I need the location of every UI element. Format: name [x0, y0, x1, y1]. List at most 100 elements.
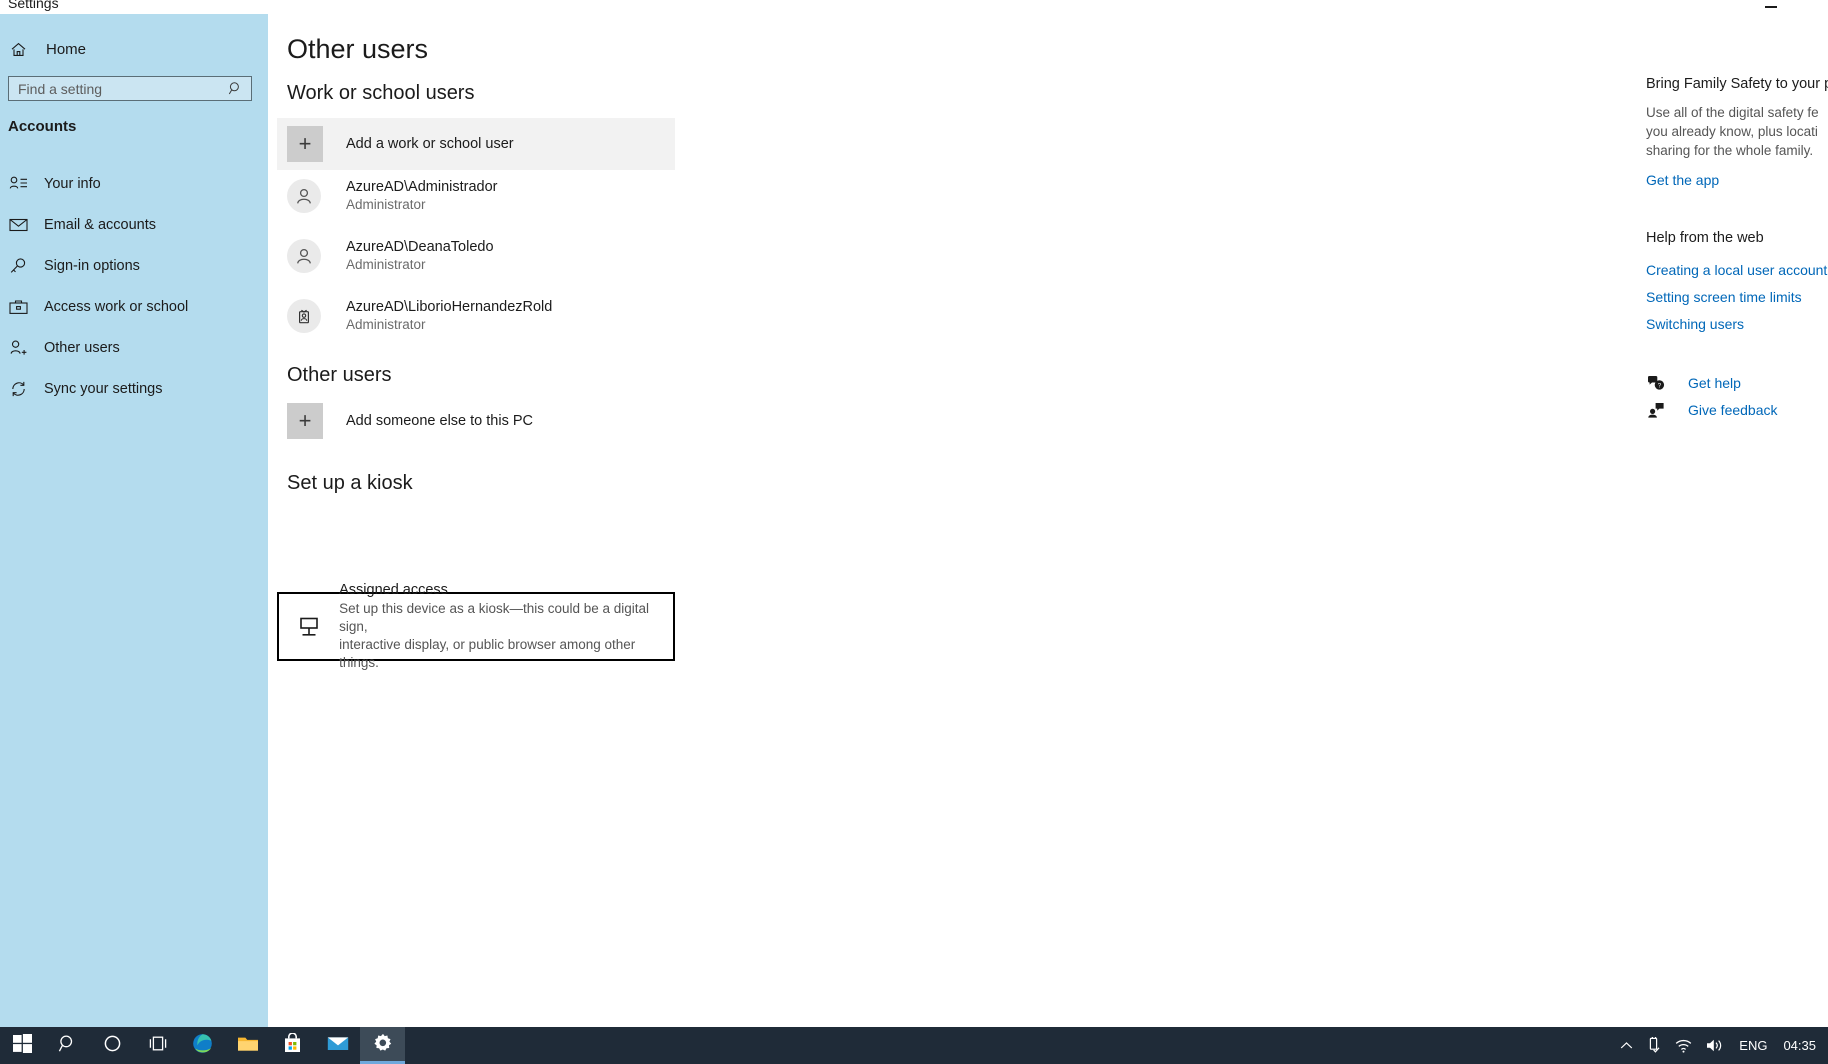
help-link-switching-users[interactable]: Switching users [1646, 316, 1828, 332]
user-info-icon [6, 175, 30, 192]
microsoft-store-button[interactable] [270, 1027, 315, 1064]
get-help-label: Get help [1688, 375, 1741, 392]
usb-eject-button[interactable] [1640, 1027, 1668, 1064]
give-feedback-button[interactable]: Give feedback [1646, 402, 1828, 418]
assigned-access-description-line1: Set up this device as a kiosk—this could… [339, 601, 650, 634]
plus-icon: + [287, 126, 323, 162]
assigned-access-card[interactable]: Assigned access Set up this device as a … [277, 582, 675, 670]
settings-button[interactable] [360, 1027, 405, 1064]
task-view-button[interactable] [135, 1027, 180, 1064]
sidebar-item-access-work-school[interactable]: Access work or school [0, 286, 268, 327]
mail-envelope-icon [327, 1035, 349, 1057]
get-help-button[interactable]: ? Get help [1646, 375, 1828, 391]
sidebar-item-sync-your-settings[interactable]: Sync your settings [0, 368, 268, 409]
folder-icon [237, 1034, 259, 1058]
user-info: AzureAD\Administrador Administrator [346, 178, 498, 214]
plus-icon: + [287, 403, 323, 439]
badge-avatar-icon [287, 299, 321, 334]
search-icon[interactable] [228, 81, 243, 96]
other-users-heading: Other users [287, 364, 392, 386]
question-bubble-icon: ? [1646, 375, 1666, 391]
get-the-app-link[interactable]: Get the app [1646, 172, 1828, 188]
help-link-setting-screen-time-limits[interactable]: Setting screen time limits [1646, 289, 1828, 305]
family-safety-body-line3: sharing for the whole family. [1646, 143, 1814, 159]
user-role: Administrator [346, 317, 426, 333]
minimize-button[interactable] [1748, 0, 1794, 14]
sidebar-item-your-info[interactable]: Your info [0, 163, 268, 204]
file-explorer-button[interactable] [225, 1027, 270, 1064]
help-from-web-heading: Help from the web [1646, 230, 1764, 247]
language-indicator[interactable]: ENG [1731, 1038, 1775, 1053]
search-input[interactable] [18, 80, 223, 97]
page-title: Other users [287, 34, 429, 64]
person-avatar-icon [287, 239, 321, 274]
user-name: AzureAD\Administrador [346, 179, 498, 195]
sidebar-item-other-users[interactable]: Other users [0, 327, 268, 368]
add-someone-else-label: Add someone else to this PC [346, 413, 533, 429]
feedback-person-icon [1646, 402, 1666, 419]
sidebar-item-label: Sign-in options [44, 257, 140, 274]
add-user-icon [6, 339, 30, 357]
user-role: Administrator [346, 197, 426, 213]
sidebar-item-home[interactable]: Home [0, 36, 268, 62]
sidebar-item-label: Other users [44, 339, 120, 356]
help-link-creating-local-user-account[interactable]: Creating a local user account [1646, 262, 1828, 278]
kiosk-display-icon [291, 614, 326, 640]
user-list-item[interactable]: AzureAD\LiborioHernandezRold Administrat… [287, 298, 552, 334]
search-button[interactable] [45, 1027, 90, 1064]
gear-icon [373, 1033, 393, 1058]
system-tray: ENG 04:35 [1613, 1027, 1828, 1064]
kiosk-heading: Set up a kiosk [287, 472, 413, 494]
sidebar: Home Accounts Your info Email & accounts [0, 0, 268, 1027]
add-work-or-school-user-button[interactable]: + Add a work or school user [277, 118, 675, 170]
volume-button[interactable] [1699, 1027, 1731, 1064]
person-avatar-icon [287, 179, 321, 214]
circle-icon [103, 1034, 122, 1058]
sync-icon [6, 380, 30, 398]
user-info: AzureAD\DeanaToledo Administrator [346, 238, 494, 274]
sidebar-item-label: Your info [44, 175, 101, 192]
user-list-item[interactable]: AzureAD\DeanaToledo Administrator [287, 238, 494, 274]
window-title: Settings [8, 0, 59, 11]
work-users-heading: Work or school users [287, 82, 475, 104]
magnifier-icon [58, 1034, 77, 1058]
edge-button[interactable] [180, 1027, 225, 1064]
user-name: AzureAD\DeanaToledo [346, 239, 494, 255]
sidebar-category-title: Accounts [8, 118, 77, 135]
store-bag-icon [283, 1032, 302, 1058]
user-name: AzureAD\LiborioHernandezRold [346, 299, 553, 315]
sidebar-item-email-accounts[interactable]: Email & accounts [0, 204, 268, 245]
settings-window: Settings Home Accounts Your info [0, 0, 1828, 1064]
user-role: Administrator [346, 257, 426, 273]
add-work-user-label: Add a work or school user [346, 136, 514, 152]
mail-button[interactable] [315, 1027, 360, 1064]
envelope-icon [6, 217, 30, 232]
taskbar: ENG 04:35 [0, 1027, 1828, 1064]
sidebar-item-sign-in-options[interactable]: Sign-in options [0, 245, 268, 286]
clock[interactable]: 04:35 [1775, 1038, 1824, 1053]
minimize-icon [1765, 6, 1777, 8]
assigned-access-text: Assigned access Set up this device as a … [339, 581, 673, 672]
search-box[interactable] [8, 76, 252, 101]
sidebar-home-label: Home [46, 40, 87, 58]
give-feedback-label: Give feedback [1688, 402, 1778, 419]
family-safety-heading: Bring Family Safety to your ph [1646, 76, 1828, 92]
wifi-button[interactable] [1668, 1027, 1699, 1064]
user-list-item[interactable]: AzureAD\Administrador Administrator [287, 178, 498, 214]
right-panel: Bring Family Safety to your ph Use all o… [1646, 14, 1828, 418]
title-bar: Settings [0, 0, 1828, 14]
key-icon [6, 257, 30, 275]
show-hidden-icons-button[interactable] [1613, 1027, 1640, 1064]
home-icon [8, 41, 28, 58]
sidebar-nav: Your info Email & accounts Sign-in optio… [0, 163, 268, 409]
task-view-icon [148, 1034, 168, 1058]
assigned-access-title: Assigned access [339, 582, 448, 599]
add-someone-else-button[interactable]: + Add someone else to this PC [287, 399, 533, 443]
assigned-access-description-line2: interactive display, or public browser a… [339, 636, 636, 670]
svg-text:?: ? [1658, 383, 1662, 390]
sidebar-item-label: Access work or school [44, 298, 189, 315]
sidebar-item-label: Email & accounts [44, 216, 157, 233]
start-button[interactable] [0, 1027, 45, 1064]
cortana-button[interactable] [90, 1027, 135, 1064]
user-info: AzureAD\LiborioHernandezRold Administrat… [346, 298, 552, 334]
